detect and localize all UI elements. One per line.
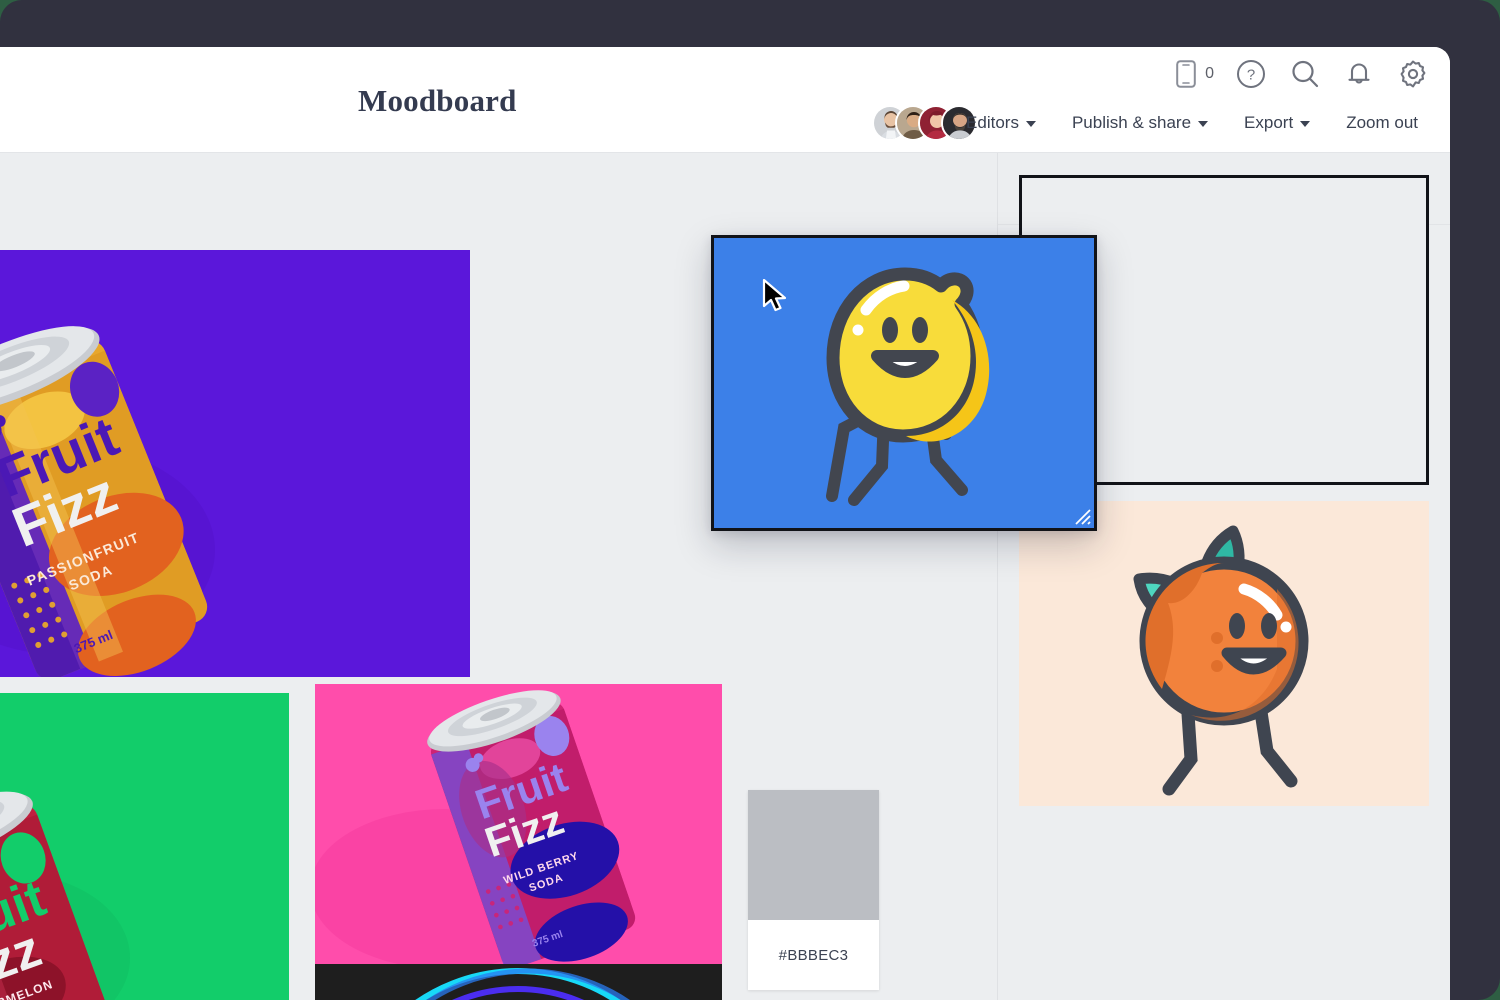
board-tile-neon-circles[interactable] (315, 964, 722, 1000)
svg-text:?: ? (1247, 67, 1255, 84)
settings-gear-icon[interactable] (1396, 57, 1430, 91)
search-icon[interactable] (1288, 57, 1322, 91)
color-swatch-card[interactable]: #BBBEC3 (748, 790, 879, 990)
export-label: Export (1244, 113, 1293, 133)
device-preview-icon[interactable] (1175, 59, 1197, 89)
app-window: 0 ? (0, 47, 1450, 1000)
device-count-value: 0 (1205, 65, 1214, 83)
page-title: Moodboard (358, 83, 517, 119)
swatch-hex-label: #BBBEC3 (748, 920, 879, 990)
header-icon-row: 0 ? (1175, 57, 1430, 91)
editors-menu[interactable]: Editors (948, 107, 1054, 139)
header-actions: Editors Publish & share Export Zoom out (948, 103, 1436, 143)
publish-share-label: Publish & share (1072, 113, 1191, 133)
panel-tile-orange-character[interactable] (1019, 501, 1429, 806)
zoom-out-label: Zoom out (1346, 113, 1418, 133)
device-preview-button[interactable]: 0 (1175, 59, 1214, 89)
board-tile-watermelon[interactable]: Fruit Fizz WATERMELON SODA (0, 693, 289, 1000)
swatch-color-block (748, 790, 879, 920)
chevron-down-icon (1026, 121, 1036, 127)
help-icon[interactable]: ? (1234, 57, 1268, 91)
resize-handle[interactable] (1073, 507, 1091, 525)
dragged-lemon-image[interactable] (711, 235, 1097, 531)
chevron-down-icon (1300, 121, 1310, 127)
app-header: 0 ? (0, 47, 1450, 153)
export-menu[interactable]: Export (1226, 107, 1328, 139)
zoom-out-button[interactable]: Zoom out (1328, 107, 1436, 139)
editors-menu-label: Editors (966, 113, 1019, 133)
publish-share-menu[interactable]: Publish & share (1054, 107, 1226, 139)
notifications-icon[interactable] (1342, 57, 1376, 91)
board-tile-wildberry[interactable]: Fruit Fizz WILD BERRY SODA 375 ml (315, 684, 722, 964)
chevron-down-icon (1198, 121, 1208, 127)
desktop-frame: 0 ? (0, 0, 1500, 1000)
board-tile-passionfruit[interactable]: Fruit Fizz PASSIONFRUIT SODA 375 ml (0, 250, 470, 677)
